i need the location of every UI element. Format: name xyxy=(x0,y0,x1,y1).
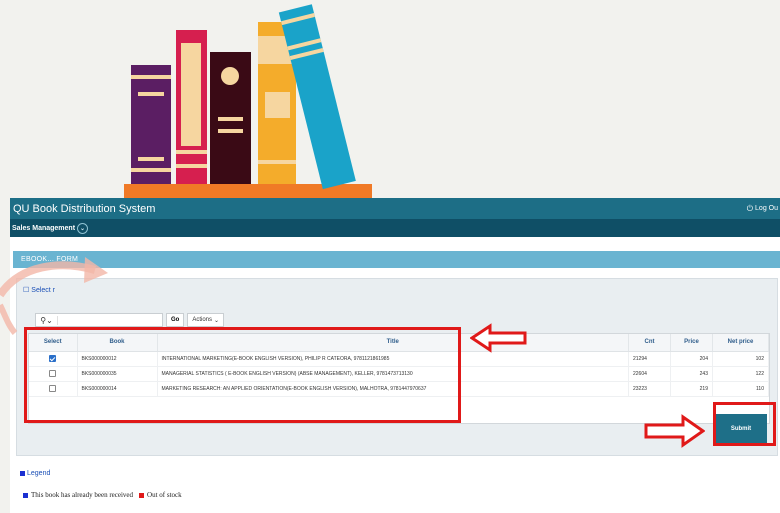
power-icon: ⏻ xyxy=(746,203,754,213)
book-price: 219 xyxy=(670,381,713,397)
nav-bar: Sales Management ⌄ xyxy=(10,219,780,237)
col-cnt[interactable]: Cnt xyxy=(628,334,671,352)
arrow-left-icon xyxy=(470,323,527,353)
legend-icon xyxy=(20,471,25,476)
chevron-down-icon: ⌄ xyxy=(77,222,89,234)
book-purple xyxy=(131,65,171,184)
highlight-table-box xyxy=(24,327,461,423)
title-bar: QU Book Distribution System ⏻ Log Ou xyxy=(10,198,780,219)
decorative-swirl xyxy=(0,257,108,335)
book-price: 243 xyxy=(670,366,713,382)
books-illustration xyxy=(124,4,372,200)
out-of-stock-swatch xyxy=(139,492,145,498)
col-net-price[interactable]: Net price xyxy=(712,334,769,352)
legend-title: Legend xyxy=(20,470,50,477)
legend-items: This book has already been received Out … xyxy=(23,491,182,499)
book-cnt: 22604 xyxy=(628,366,671,382)
book-net-price: 122 xyxy=(712,366,769,382)
book-price: 204 xyxy=(670,351,713,367)
highlight-submit-box xyxy=(713,402,776,446)
legend-title-label: Legend xyxy=(27,470,51,477)
nav-sales-management[interactable]: Sales Management ⌄ xyxy=(12,222,89,234)
legend-out-of-stock: Out of stock xyxy=(147,491,182,499)
legend-received: This book has already been received xyxy=(31,491,134,499)
book-net-price: 102 xyxy=(712,351,769,367)
logout-button[interactable]: ⏻ Log Ou xyxy=(747,204,778,214)
nav-sales-management-label: Sales Management xyxy=(12,224,76,232)
actions-label: Actions xyxy=(192,317,213,323)
actions-button[interactable]: Actions ⌄ xyxy=(187,313,225,327)
book-cnt: 23223 xyxy=(628,381,671,397)
app-title: QU Book Distribution System xyxy=(13,202,156,215)
received-swatch xyxy=(23,492,28,498)
book-cnt: 21294 xyxy=(628,351,671,367)
arrow-right-icon xyxy=(644,414,705,448)
book-net-price: 110 xyxy=(712,381,769,397)
logout-label: Log Ou xyxy=(755,205,778,212)
col-price[interactable]: Price xyxy=(670,334,713,352)
chevron-down-icon: ⌄ xyxy=(214,317,220,324)
go-button[interactable]: Go xyxy=(166,313,185,327)
section-header: EBOOK... FORM xyxy=(13,251,780,268)
